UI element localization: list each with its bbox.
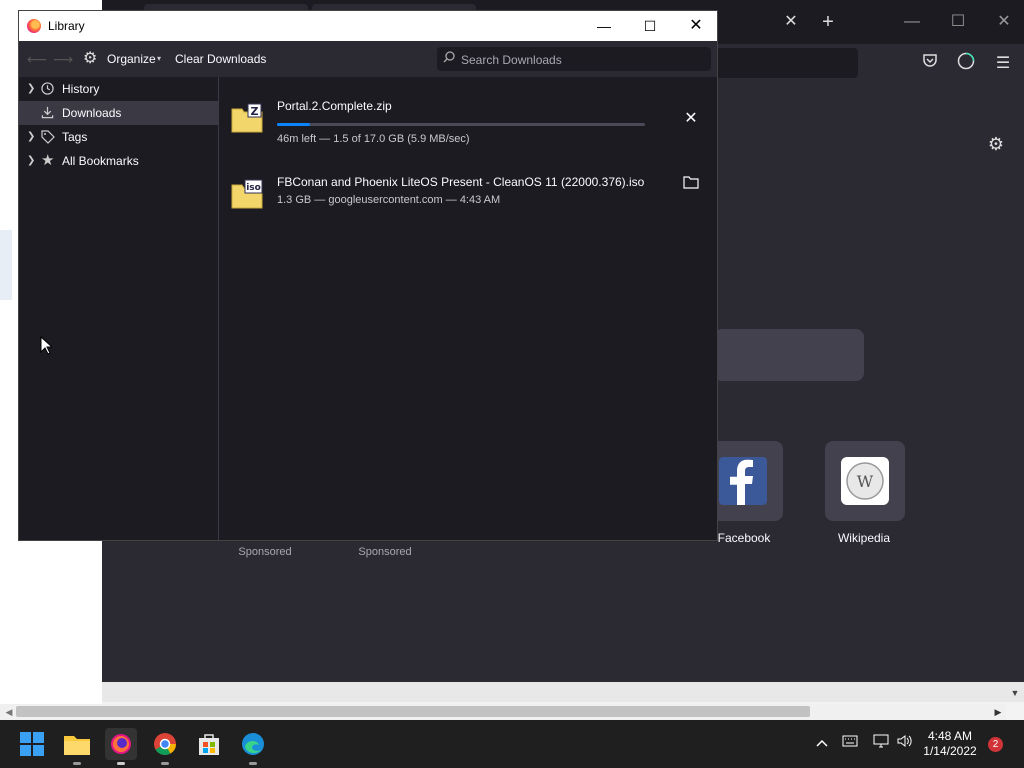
search-input[interactable]: [459, 49, 703, 71]
back-arrow-icon[interactable]: ⟵: [27, 51, 47, 68]
download-status: 1.3 GB — googleusercontent.com — 4:43 AM: [277, 194, 501, 206]
iso-file-icon: iso: [231, 179, 263, 209]
download-status: 46m left — 1.5 of 17.0 GB (5.9 MB/sec): [277, 133, 470, 145]
volume-icon[interactable]: [896, 734, 914, 752]
svg-text:iso: iso: [246, 183, 261, 193]
sidebar-item-downloads[interactable]: Downloads: [19, 101, 218, 125]
network-icon[interactable]: [872, 734, 890, 752]
sidebar-item-label: History: [62, 82, 100, 96]
sidebar-item-label: Tags: [62, 130, 88, 144]
microsoft-store-icon[interactable]: [193, 728, 225, 760]
settings-gear-icon[interactable]: ⚙: [984, 132, 1008, 156]
clear-downloads-button[interactable]: Clear Downloads: [175, 49, 266, 69]
library-title-bar[interactable]: Library — ☐ ✕: [19, 11, 717, 41]
minimize-icon[interactable]: —: [900, 10, 924, 34]
expand-arrow-icon[interactable]: ❯: [27, 149, 37, 173]
window-bottom-edge: [102, 682, 1024, 702]
keyboard-icon[interactable]: [841, 734, 859, 752]
scrollbar-thumb[interactable]: [16, 706, 810, 717]
scroll-right-arrow-icon[interactable]: ▶: [992, 705, 1004, 719]
clock[interactable]: 4:48 AM 1/14/2022: [916, 729, 984, 759]
svg-text:W: W: [857, 472, 874, 491]
window-title: Library: [48, 19, 85, 33]
organize-label: Organize: [107, 52, 156, 66]
sidebar-item-label: Downloads: [62, 106, 122, 120]
download-filename: FBConan and Phoenix LiteOS Present - Cle…: [277, 175, 645, 189]
library-toolbar: ⟵ ⟶ ⚙ Organize ▾ Clear Downloads: [19, 41, 717, 77]
scroll-left-arrow-icon[interactable]: ◀: [3, 705, 15, 719]
tag-icon: [41, 125, 57, 152]
sponsored-label: Sponsored: [238, 546, 292, 558]
sidebar-item-history[interactable]: ❯ History: [19, 77, 218, 101]
file-explorer-icon[interactable]: [61, 728, 93, 765]
sponsored-label: Sponsored: [358, 546, 412, 558]
close-button[interactable]: ✕: [673, 11, 719, 41]
search-box[interactable]: [437, 47, 711, 71]
time-text: 4:48 AM: [927, 729, 973, 743]
url-bar[interactable]: [714, 48, 858, 78]
download-icon: [41, 101, 57, 127]
minimize-button[interactable]: —: [581, 11, 627, 41]
expand-arrow-icon[interactable]: ❯: [27, 125, 37, 149]
close-tab-icon[interactable]: ✕: [779, 10, 803, 34]
account-icon[interactable]: [954, 52, 978, 76]
maximize-button[interactable]: ☐: [627, 11, 673, 41]
new-tab-icon[interactable]: +: [816, 10, 840, 34]
shortcut-label: Wikipedia: [837, 531, 891, 545]
forward-arrow-icon[interactable]: ⟶: [53, 51, 73, 68]
firefox-logo-icon: [27, 19, 41, 33]
pocket-icon[interactable]: [918, 52, 942, 76]
scroll-down-arrow-icon[interactable]: ▼: [1008, 686, 1022, 700]
chevron-down-icon: ▾: [157, 54, 162, 63]
zip-file-icon: Z: [231, 103, 263, 133]
folder-icon[interactable]: [679, 173, 703, 197]
firefox-icon[interactable]: [105, 728, 137, 765]
edge-icon[interactable]: [237, 728, 269, 765]
sidebar-item-tags[interactable]: ❯ Tags: [19, 125, 218, 149]
facebook-icon: [719, 457, 767, 506]
shortcut-tile-wikipedia[interactable]: W: [825, 441, 905, 521]
taskbar: 4:48 AM 1/14/2022 2: [0, 720, 1024, 768]
downloads-list: Z Portal.2.Complete.zip 46m left — 1.5 o…: [219, 77, 717, 540]
svg-text:Z: Z: [251, 105, 259, 118]
search-icon: [443, 51, 455, 66]
maximize-icon[interactable]: ☐: [946, 10, 970, 34]
cancel-download-icon[interactable]: ✕: [679, 107, 703, 131]
sidebar-item-all-bookmarks[interactable]: ❯ ★ All Bookmarks: [19, 149, 218, 173]
download-progress-bar: [277, 123, 645, 126]
menu-icon[interactable]: ☰: [991, 52, 1015, 76]
newtab-search-box[interactable]: [714, 329, 864, 381]
clock-icon: [41, 77, 57, 103]
wikipedia-icon: W: [841, 457, 889, 505]
sidebar-item-label: All Bookmarks: [62, 154, 139, 168]
library-window: Library — ☐ ✕ ⟵ ⟶ ⚙ Organize ▾ Clear Dow…: [18, 10, 718, 541]
gear-icon: ⚙: [83, 50, 98, 67]
progress-fill: [277, 123, 311, 126]
library-sidebar: ❯ History Downloads ❯ Tags ❯ ★ All Bookm…: [19, 77, 219, 540]
date-text: 1/14/2022: [923, 744, 977, 758]
download-item[interactable]: iso FBConan and Phoenix LiteOS Present -…: [219, 165, 717, 229]
close-window-icon[interactable]: ✕: [992, 10, 1016, 34]
chrome-icon[interactable]: [149, 728, 181, 765]
chevron-up-icon[interactable]: [813, 734, 831, 752]
download-filename: Portal.2.Complete.zip: [277, 99, 392, 113]
download-item[interactable]: Z Portal.2.Complete.zip 46m left — 1.5 o…: [219, 89, 717, 153]
notification-badge[interactable]: 2: [988, 737, 1003, 752]
expand-arrow-icon[interactable]: ❯: [27, 77, 37, 101]
star-icon: ★: [41, 152, 55, 169]
windows-start-icon[interactable]: [16, 728, 48, 760]
mouse-cursor-icon: [40, 335, 54, 356]
